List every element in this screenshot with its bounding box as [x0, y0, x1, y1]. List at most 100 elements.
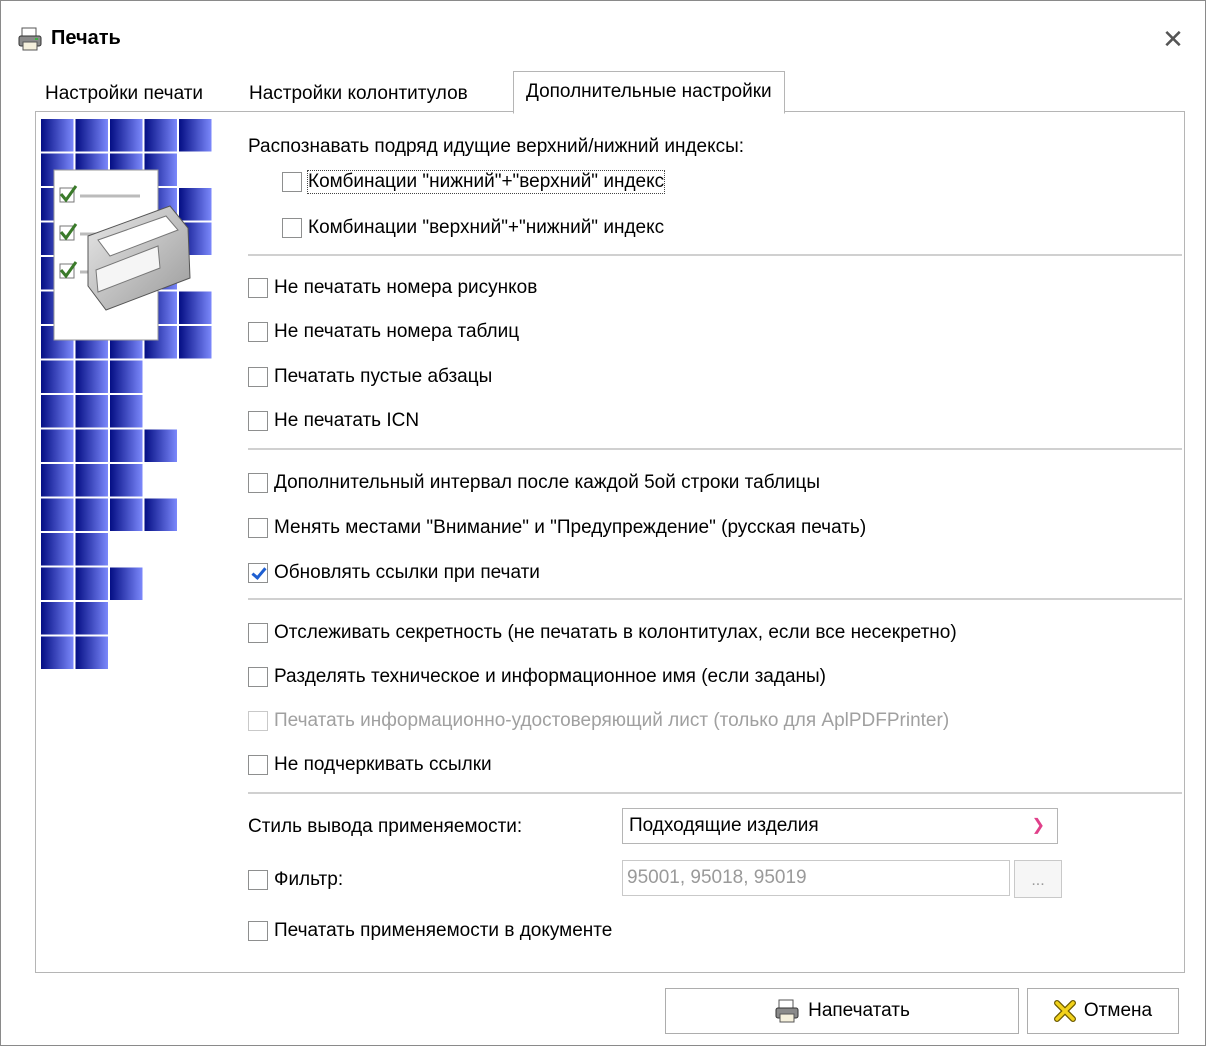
decor-tile	[40, 393, 76, 430]
decor-tile	[73, 118, 110, 154]
checkbox-swap-warning-caution[interactable]: Менять местами "Внимание" и "Предупрежде…	[248, 516, 866, 540]
separator	[248, 598, 1182, 601]
chevron-down-icon: ❯	[1031, 817, 1045, 834]
decor-tile	[108, 427, 145, 464]
decor-tile	[177, 118, 214, 154]
checkbox-box[interactable]	[248, 411, 268, 431]
decor-tile	[40, 634, 76, 671]
decor-tile	[40, 496, 76, 533]
checkbox-label: Фильтр:	[274, 869, 344, 890]
checkbox-label: Печатать пустые абзацы	[274, 366, 493, 387]
settings-content: Распознавать подряд идущие верхний/нижни…	[248, 112, 1182, 972]
decor-tile	[177, 324, 214, 361]
decor-tile	[40, 462, 76, 499]
checkbox-no-figure-numbers[interactable]: Не печатать номера рисунков	[248, 276, 537, 300]
checkbox-box[interactable]	[248, 367, 268, 387]
checkbox-box-disabled	[248, 711, 268, 731]
decor-tile	[108, 393, 145, 430]
print-button[interactable]: Напечатать	[665, 988, 1019, 1034]
decor-tile	[73, 427, 110, 464]
checkbox-box[interactable]	[248, 473, 268, 493]
checkbox-label: Обновлять ссылки при печати	[274, 562, 540, 583]
checkbox-label: Отслеживать секретность (не печатать в к…	[274, 622, 957, 643]
checkbox-no-icn[interactable]: Не печатать ICN	[248, 409, 419, 433]
decor-tile	[73, 600, 110, 637]
printer-icon	[775, 999, 799, 1023]
checkbox-split-names[interactable]: Разделять техническое и информационное и…	[248, 665, 826, 689]
checkbox-print-empty-paragraphs[interactable]: Печатать пустые абзацы	[248, 365, 492, 389]
decor-tile	[73, 462, 110, 499]
print-button-label: Напечатать	[808, 1000, 910, 1021]
checkbox-label: Печатать применяемости в документе	[274, 920, 613, 941]
checkbox-print-applicability[interactable]: Печатать применяемости в документе	[248, 919, 612, 943]
decor-tile	[142, 427, 179, 464]
checkbox-upper-lower-index[interactable]: Комбинации "верхний"+"нижний" индекс	[282, 216, 664, 240]
decor-tile	[40, 427, 76, 464]
checkbox-extra-interval[interactable]: Дополнительный интервал после каждой 5ой…	[248, 471, 820, 495]
decor-tile	[177, 289, 214, 326]
close-button[interactable]: ✕	[1159, 25, 1187, 53]
checkbox-label: Комбинации "верхний"+"нижний" индекс	[308, 217, 665, 238]
checkbox-box[interactable]	[248, 870, 268, 890]
decor-tile	[73, 496, 110, 533]
checkbox-no-underline-links[interactable]: Не подчеркивать ссылки	[248, 753, 492, 777]
checkbox-label: Комбинации "нижний"+"верхний" индекс	[306, 170, 666, 194]
decor-tile	[40, 118, 76, 154]
checkbox-box[interactable]	[282, 172, 302, 192]
checkbox-label: Разделять техническое и информационное и…	[274, 666, 826, 687]
select-value: Подходящие изделия	[629, 815, 819, 836]
decor-tile	[177, 186, 214, 223]
checkbox-label: Не подчеркивать ссылки	[274, 754, 492, 775]
close-icon: ✕	[1162, 24, 1184, 54]
applicability-style-select[interactable]: Подходящие изделия ❯	[622, 808, 1058, 844]
tab-header-footer-settings[interactable]: Настройки колонтитулов	[249, 77, 468, 111]
decor-tile	[73, 634, 110, 671]
checkbox-box[interactable]	[248, 278, 268, 298]
decor-tile	[73, 358, 110, 395]
title-bar: Печать ✕	[1, 1, 1205, 71]
checkbox-box[interactable]	[248, 755, 268, 775]
print-dialog: Печать ✕ Настройки печати Настройки коло…	[0, 0, 1206, 1046]
checkbox-label: Не печатать ICN	[274, 410, 420, 431]
applicability-style-label: Стиль вывода применяемости:	[248, 816, 523, 837]
checkbox-box[interactable]	[282, 218, 302, 238]
tab-print-settings[interactable]: Настройки печати	[45, 77, 203, 111]
separator	[248, 792, 1182, 795]
checkbox-box[interactable]	[248, 322, 268, 342]
decor-tile	[40, 600, 76, 637]
checkbox-track-security[interactable]: Отслеживать секретность (не печатать в к…	[248, 621, 957, 645]
index-section-heading: Распознавать подряд идущие верхний/нижни…	[248, 136, 745, 157]
filter-browse-button[interactable]: ...	[1014, 860, 1062, 898]
decor-tile	[40, 531, 76, 568]
checkbox-update-links[interactable]: Обновлять ссылки при печати	[248, 561, 540, 585]
checkbox-box[interactable]	[248, 667, 268, 687]
decor-tile	[73, 565, 110, 602]
checkbox-box[interactable]	[248, 518, 268, 538]
checkbox-label: Дополнительный интервал после каждой 5ой…	[274, 472, 820, 493]
dialog-title: Печать	[51, 27, 121, 49]
decor-tile	[40, 358, 76, 395]
checkbox-box[interactable]	[248, 921, 268, 941]
decor-tile	[108, 462, 145, 499]
separator	[248, 448, 1182, 451]
decor-tile	[142, 118, 179, 154]
decor-tile	[108, 565, 145, 602]
checkbox-label: Не печатать номера таблиц	[274, 321, 520, 342]
checkbox-lower-upper-index[interactable]: Комбинации "нижний"+"верхний" индекс	[282, 170, 666, 194]
checkbox-filter[interactable]: Фильтр:	[248, 868, 343, 892]
cancel-button[interactable]: Отмена	[1027, 988, 1179, 1034]
cancel-button-label: Отмена	[1083, 1000, 1153, 1021]
checkbox-label: Менять местами "Внимание" и "Предупрежде…	[274, 517, 867, 538]
decor-tile	[40, 565, 76, 602]
checkbox-no-table-numbers[interactable]: Не печатать номера таблиц	[248, 320, 519, 344]
checkbox-box[interactable]	[248, 623, 268, 643]
decor-tile	[108, 118, 145, 154]
checkbox-print-certification-sheet: Печатать информационно-удостоверяющий ли…	[248, 709, 949, 733]
checkbox-box-checked[interactable]	[248, 563, 268, 583]
decor-tile	[108, 358, 145, 395]
tab-additional-settings[interactable]: Дополнительные настройки	[513, 71, 785, 114]
separator	[248, 254, 1182, 257]
tab-panel: Распознавать подряд идущие верхний/нижни…	[35, 111, 1185, 973]
filter-input[interactable]: 95001, 95018, 95019	[622, 860, 1010, 896]
printer-checklist-icon	[40, 118, 214, 671]
